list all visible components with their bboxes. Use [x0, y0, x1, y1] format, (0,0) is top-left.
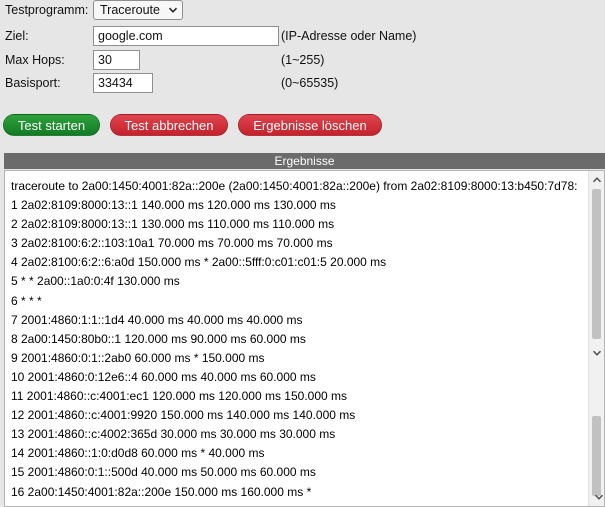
- basisport-input[interactable]: [93, 73, 153, 93]
- scroll-thumb[interactable]: [592, 189, 601, 339]
- testprogramm-select-value: Traceroute: [100, 3, 160, 17]
- maxhops-input[interactable]: [93, 50, 140, 70]
- testprogramm-label: Testprogramm:: [5, 3, 89, 17]
- abort-test-button[interactable]: Test abbrechen: [110, 114, 228, 136]
- clear-results-button[interactable]: Ergebnisse löschen: [238, 114, 382, 136]
- result-line: 6 * * *: [11, 293, 42, 308]
- result-line: 16 2a00:1450:4001:82a::200e 150.000 ms 1…: [11, 484, 312, 499]
- result-line: 15 2001:4860:0:1::500d 40.000 ms 50.000 …: [11, 465, 316, 480]
- result-line: 1 2a02:8109:8000:13::1 140.000 ms 120.00…: [11, 198, 336, 213]
- page-scroll-down-arrow-icon[interactable]: [594, 492, 604, 502]
- scroll-down-arrow-icon[interactable]: [592, 348, 602, 358]
- result-line: 3 2a02:8100:6:2::103:10a1 70.000 ms 70.0…: [11, 236, 333, 251]
- ziel-input[interactable]: [93, 26, 279, 46]
- result-line: 5 * * 2a00::1a0:0:4f 130.000 ms: [11, 274, 180, 289]
- result-line: 14 2001:4860::1:0:d0d8 60.000 ms * 40.00…: [11, 446, 265, 461]
- ziel-hint: (IP-Adresse oder Name): [281, 29, 417, 43]
- result-line: 2 2a02:8109:8000:13::1 130.000 ms 110.00…: [11, 217, 335, 232]
- result-line: 9 2001:4860:0:1::2ab0 60.000 ms * 150.00…: [11, 350, 265, 365]
- result-line: 4 2a02:8100:6:2::6:a0d 150.000 ms * 2a00…: [11, 255, 387, 270]
- outer-scroll-thumb[interactable]: [592, 416, 601, 496]
- maxhops-hint: (1~255): [281, 53, 325, 67]
- action-buttons: Test starten Test abbrechen Ergebnisse l…: [3, 114, 382, 136]
- result-line: 12 2001:4860::c:4001:9920 150.000 ms 140…: [11, 408, 356, 423]
- result-line: 13 2001:4860::c:4002:365d 30.000 ms 30.0…: [11, 427, 336, 442]
- testprogramm-select[interactable]: Traceroute: [93, 0, 183, 20]
- scroll-up-arrow-icon[interactable]: [592, 175, 602, 185]
- basisport-label: Basisport:: [5, 76, 61, 90]
- result-line: 7 2001:4860:1:1::1d4 40.000 ms 40.000 ms…: [11, 312, 303, 327]
- results-text: traceroute to 2a00:1450:4001:82a::200e (…: [11, 177, 586, 506]
- start-test-button[interactable]: Test starten: [3, 114, 100, 136]
- maxhops-label: Max Hops:: [5, 53, 65, 67]
- ziel-label: Ziel:: [5, 29, 29, 43]
- result-line: 11 2001:4860::c:4001:ec1 120.000 ms 120.…: [11, 389, 348, 404]
- result-line: traceroute to 2a00:1450:4001:82a::200e (…: [11, 179, 578, 193]
- chevron-down-icon: [168, 7, 178, 13]
- basisport-hint: (0~65535): [281, 76, 339, 90]
- results-scrollbar[interactable]: [588, 171, 604, 506]
- result-line: 10 2001:4860:0:12e6::4 60.000 ms 40.000 …: [11, 369, 316, 384]
- results-textarea[interactable]: traceroute to 2a00:1450:4001:82a::200e (…: [4, 170, 605, 507]
- result-line: 8 2a00:1450:80b0::1 120.000 ms 90.000 ms…: [11, 331, 306, 346]
- result-line: [trace_route finish !]: [11, 502, 586, 506]
- results-header: Ergebnisse: [4, 153, 605, 169]
